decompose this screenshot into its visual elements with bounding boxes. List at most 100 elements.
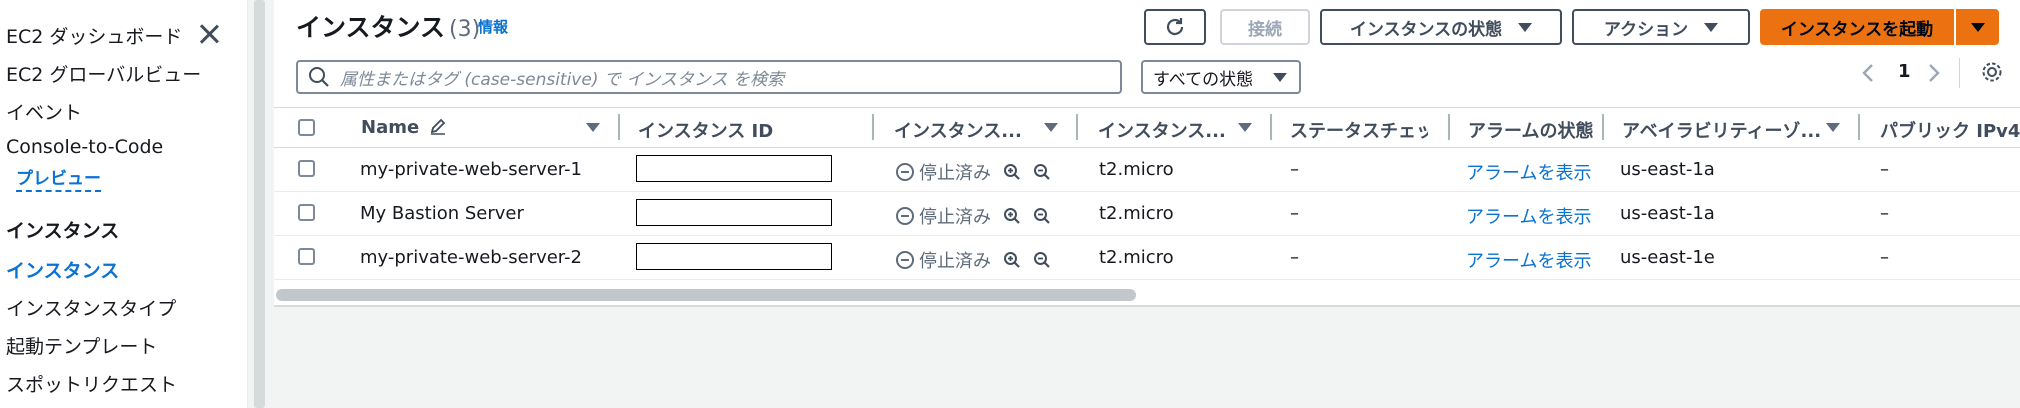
column-header-name[interactable]: Name (361, 117, 447, 138)
column-divider[interactable] (1858, 114, 1860, 140)
cell-instance-id[interactable] (636, 243, 832, 270)
horizontal-scrollbar-thumb[interactable] (276, 289, 1136, 301)
launch-dropdown-button[interactable] (1956, 9, 1999, 45)
nav-instances[interactable]: インスタンス (6, 256, 119, 283)
column-divider[interactable] (872, 114, 874, 140)
pagination-page[interactable]: 1 (1898, 61, 1911, 82)
stopped-icon (896, 163, 914, 181)
column-header-name-label: Name (361, 117, 420, 138)
launch-instance-button[interactable]: インスタンスを起動 (1760, 9, 1954, 45)
info-link[interactable]: 情報 (478, 16, 508, 37)
select-all-checkbox[interactable] (298, 119, 315, 136)
chevron-left-icon[interactable] (1860, 62, 1876, 84)
cell-name: my-private-web-server-1 (360, 159, 582, 180)
nav-ec2-global-view[interactable]: EC2 グローバルビュー (6, 60, 201, 87)
instance-count: (3) (449, 17, 481, 42)
instances-table: Name インスタンス ID インスタンス... インスタンス... ステータス… (274, 107, 2020, 306)
cell-instance-type: t2.micro (1099, 247, 1174, 268)
column-header-instance-id[interactable]: インスタンス ID (638, 117, 858, 143)
column-divider[interactable] (1076, 114, 1078, 140)
refresh-button[interactable] (1144, 9, 1206, 45)
details-panel (274, 307, 2020, 408)
column-header-status-check[interactable]: ステータスチェック (1290, 117, 1428, 143)
view-alarms-link[interactable]: アラームを表示 (1466, 159, 1598, 185)
sort-caret-icon[interactable] (586, 123, 600, 132)
cell-instance-id[interactable] (636, 199, 832, 226)
cell-public-ipv4: – (1880, 247, 1889, 268)
stopped-icon (896, 251, 914, 269)
column-header-instance-type[interactable]: インスタンス... (1098, 117, 1228, 143)
view-alarms-link[interactable]: アラームを表示 (1466, 203, 1598, 229)
sort-caret-icon[interactable] (1238, 123, 1252, 132)
instance-state-text: 停止済み (919, 251, 991, 272)
instance-state-text: 停止済み (919, 207, 991, 228)
column-header-availability-zone[interactable]: アベイラビリティーゾ... (1622, 117, 1836, 143)
nav-spot-requests[interactable]: スポットリクエスト (6, 370, 177, 397)
state-filter-value: すべての状態 (1153, 69, 1254, 90)
splitter-handle[interactable] (254, 0, 265, 408)
cell-instance-state: 停止済み (896, 159, 1051, 185)
nav-launch-templates[interactable]: 起動テンプレート (6, 332, 157, 359)
table-row[interactable]: my-private-web-server-2 停止済み t2.micro – … (274, 236, 2020, 280)
zoom-in-icon[interactable] (1003, 163, 1021, 181)
cell-instance-state: 停止済み (896, 247, 1051, 273)
cell-instance-type: t2.micro (1099, 159, 1174, 180)
connect-button[interactable]: 接続 (1220, 9, 1310, 45)
column-header-alarm-state[interactable]: アラームの状態 (1468, 117, 1602, 143)
column-header-public-ipv4[interactable]: パブリック IPv4 DNS (1880, 117, 2020, 143)
column-divider[interactable] (1602, 114, 1604, 140)
sidebar-splitter[interactable] (248, 0, 274, 408)
row-checkbox[interactable] (298, 204, 315, 221)
zoom-out-icon[interactable] (1033, 163, 1051, 181)
instance-state-button[interactable]: インスタンスの状態 (1320, 9, 1562, 45)
cell-name: my-private-web-server-2 (360, 247, 582, 268)
cell-instance-id[interactable] (636, 155, 832, 182)
cell-status-check: – (1290, 203, 1299, 224)
table-row[interactable]: My Bastion Server 停止済み t2.micro – アラームを表… (274, 192, 2020, 236)
actions-button[interactable]: アクション (1572, 9, 1750, 45)
actions-label: アクション (1603, 19, 1689, 40)
nav-preview-link[interactable]: プレビュー (16, 164, 101, 192)
sort-caret-icon[interactable] (1826, 123, 1840, 132)
chevron-down-icon (1518, 22, 1533, 32)
view-alarms-link[interactable]: アラームを表示 (1466, 247, 1598, 273)
cell-instance-type: t2.micro (1099, 203, 1174, 224)
edit-icon[interactable] (429, 117, 447, 135)
cell-availability-zone: us-east-1a (1620, 159, 1715, 180)
nav-console-to-code[interactable]: Console-to-Code (6, 136, 163, 158)
column-divider[interactable] (1448, 114, 1450, 140)
row-checkbox[interactable] (298, 160, 315, 177)
page-title-text: インスタンス (296, 13, 446, 42)
cell-status-check: – (1290, 247, 1299, 268)
instance-state-label: インスタンスの状態 (1349, 19, 1503, 40)
zoom-in-icon[interactable] (1003, 207, 1021, 225)
search-input[interactable]: 属性またはタグ (case-sensitive) で インスタンス を検索 (296, 60, 1122, 94)
cell-availability-zone: us-east-1a (1620, 203, 1715, 224)
main-content: インスタンス (3) 情報 接続 インスタンスの状態 アクション インスタンスを起… (274, 0, 2020, 408)
nav-ec2-dashboard[interactable]: EC2 ダッシュボード (6, 22, 182, 49)
sort-caret-icon[interactable] (1044, 123, 1058, 132)
instance-state-text: 停止済み (919, 163, 991, 184)
nav-instance-types[interactable]: インスタンスタイプ (6, 294, 176, 321)
zoom-in-icon[interactable] (1003, 251, 1021, 269)
nav-events[interactable]: イベント (6, 98, 82, 125)
column-divider[interactable] (1270, 114, 1272, 140)
cell-name: My Bastion Server (360, 203, 524, 224)
cell-instance-state: 停止済み (896, 203, 1051, 229)
cell-public-ipv4: – (1880, 203, 1889, 224)
chevron-right-icon[interactable] (1926, 62, 1942, 84)
close-icon[interactable] (195, 20, 223, 48)
zoom-out-icon[interactable] (1033, 251, 1051, 269)
gear-icon[interactable] (1980, 60, 2004, 84)
cell-status-check: – (1290, 159, 1299, 180)
cell-availability-zone: us-east-1e (1620, 247, 1715, 268)
state-filter-select[interactable]: すべての状態 (1141, 60, 1301, 94)
search-placeholder: 属性またはタグ (case-sensitive) で インスタンス を検索 (340, 69, 784, 90)
row-checkbox[interactable] (298, 248, 315, 265)
column-divider[interactable] (618, 114, 620, 140)
search-icon (309, 67, 329, 87)
column-header-instance-state[interactable]: インスタンス... (894, 117, 1024, 143)
zoom-out-icon[interactable] (1033, 207, 1051, 225)
cell-public-ipv4: – (1880, 159, 1889, 180)
table-row[interactable]: my-private-web-server-1 停止済み t2.micro – … (274, 148, 2020, 192)
